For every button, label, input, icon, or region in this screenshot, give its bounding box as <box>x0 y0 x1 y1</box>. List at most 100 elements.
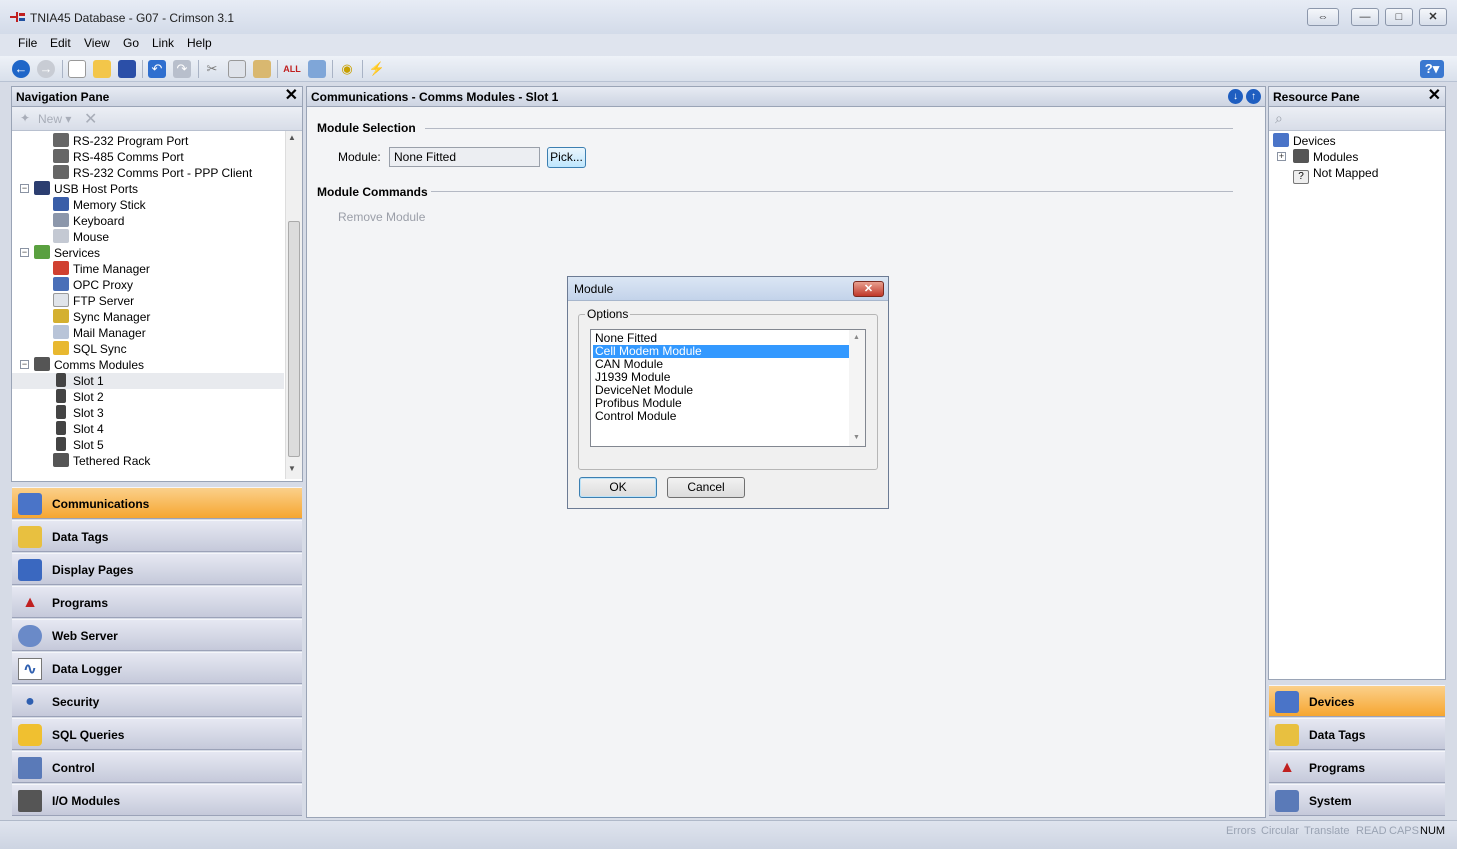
tree-item-slot-3[interactable]: Slot 3 <box>53 405 104 421</box>
question-icon: ? <box>1293 170 1309 184</box>
tree-item-rs485-comms-port[interactable]: RS-485 Comms Port <box>53 149 184 165</box>
options-listbox[interactable]: None Fitted Cell Modem Module CAN Module… <box>590 329 866 447</box>
undo-icon[interactable]: ↶ <box>148 60 166 78</box>
scroll-up-icon[interactable]: ▲ <box>853 334 860 341</box>
options-scrollbar[interactable]: ▲ ▼ <box>849 330 865 446</box>
select-all-icon[interactable]: ALL <box>283 60 301 78</box>
ok-button[interactable]: OK <box>579 477 657 498</box>
find-icon[interactable] <box>308 60 326 78</box>
slot-icon <box>56 373 66 387</box>
resource-category-data-tags[interactable]: Data Tags <box>1269 718 1445 750</box>
category-sql-queries[interactable]: SQL Queries <box>12 718 302 750</box>
paste-icon[interactable] <box>253 60 271 78</box>
build-icon[interactable]: ◉ <box>338 60 356 78</box>
tree-item-rs232-program-port[interactable]: RS-232 Program Port <box>53 133 188 149</box>
collapse-icon[interactable]: − <box>20 248 29 257</box>
resource-category-system[interactable]: System <box>1269 784 1445 816</box>
menu-go[interactable]: Go <box>123 36 139 50</box>
category-programs[interactable]: ▲ Programs <box>12 586 302 618</box>
status-read: READ <box>1356 825 1387 837</box>
pick-button[interactable]: Pick... <box>547 147 586 168</box>
restore-layout-button[interactable]: ⇔ <box>1307 8 1339 26</box>
category-data-tags[interactable]: Data Tags <box>12 520 302 552</box>
tree-item-time-manager[interactable]: Time Manager <box>53 261 150 277</box>
tree-item-slot-1[interactable]: Slot 1 <box>53 373 104 389</box>
tree-item-usb-host-ports[interactable]: USB Host Ports <box>34 181 138 197</box>
tree-item-label: SQL Sync <box>73 342 127 356</box>
delete-icon[interactable]: ✕ <box>84 109 97 129</box>
tree-item-slot-2[interactable]: Slot 2 <box>53 389 104 405</box>
close-icon[interactable]: ✕ <box>1428 87 1441 105</box>
tree-item-services[interactable]: Services <box>34 245 100 261</box>
tree-item-sync-manager[interactable]: Sync Manager <box>53 309 150 325</box>
menu-edit[interactable]: Edit <box>50 36 71 50</box>
next-arrow-icon[interactable]: ↓ <box>1228 89 1243 104</box>
resource-category-programs[interactable]: ▲ Programs <box>1269 751 1445 783</box>
resource-item-not-mapped[interactable]: ? Not Mapped <box>1293 165 1378 184</box>
scroll-down-icon[interactable]: ▼ <box>853 434 860 441</box>
close-window-button[interactable]: ✕ <box>1419 8 1447 26</box>
tree-item-ftp-server[interactable]: FTP Server <box>53 293 134 309</box>
scroll-down-icon[interactable]: ▼ <box>288 464 296 473</box>
save-icon[interactable] <box>118 60 136 78</box>
category-web-server[interactable]: Web Server <box>12 619 302 651</box>
resource-pane-title: Resource Pane <box>1273 90 1360 104</box>
tree-item-sql-sync[interactable]: SQL Sync <box>53 341 127 357</box>
tree-item-opc-proxy[interactable]: OPC Proxy <box>53 277 133 293</box>
search-icon[interactable]: ⌕ <box>1275 110 1283 127</box>
forward-icon[interactable]: → <box>37 60 55 78</box>
resource-item-modules[interactable]: Modules <box>1293 149 1358 165</box>
category-data-logger[interactable]: ∿ Data Logger <box>12 652 302 684</box>
back-icon[interactable]: ← <box>12 60 30 78</box>
resource-item-devices[interactable]: Devices <box>1273 133 1336 149</box>
link-send-icon[interactable]: ⚡ <box>368 60 386 78</box>
new-button[interactable]: New ▾ <box>38 112 71 126</box>
menu-file[interactable]: File <box>18 36 37 50</box>
dialog-close-button[interactable]: ✕ <box>853 281 884 297</box>
keyboard-icon <box>53 213 69 227</box>
maximize-button[interactable]: □ <box>1385 8 1413 26</box>
remove-module-button[interactable]: Remove Module <box>338 210 425 224</box>
tree-item-rs232-comms-port[interactable]: RS-232 Comms Port - PPP Client <box>53 165 252 181</box>
tree-item-mail-manager[interactable]: Mail Manager <box>53 325 146 341</box>
menu-link[interactable]: Link <box>152 36 174 50</box>
scroll-up-icon[interactable]: ▲ <box>288 133 296 142</box>
menu-view[interactable]: View <box>84 36 110 50</box>
module-field[interactable]: None Fitted <box>389 147 540 167</box>
option-item[interactable]: Control Module <box>593 410 849 423</box>
menu-help[interactable]: Help <box>187 36 212 50</box>
tree-item-memory-stick[interactable]: Memory Stick <box>53 197 146 213</box>
collapse-icon[interactable]: − <box>20 184 29 193</box>
rack-icon <box>53 453 69 467</box>
nav-tree-scrollbar[interactable]: ▲ ▼ <box>285 131 302 479</box>
minimize-button[interactable]: — <box>1351 8 1379 26</box>
tree-item-comms-modules[interactable]: Comms Modules <box>34 357 144 373</box>
category-communications[interactable]: Communications <box>12 487 302 519</box>
cut-icon[interactable]: ✂ <box>203 60 221 78</box>
redo-icon[interactable]: ↷ <box>173 60 191 78</box>
help-icon[interactable]: ?▾ <box>1420 60 1444 78</box>
cancel-button[interactable]: Cancel <box>667 477 745 498</box>
menu-bar <box>0 34 1457 56</box>
category-display-pages[interactable]: Display Pages <box>12 553 302 585</box>
tree-item-tethered-rack[interactable]: Tethered Rack <box>53 453 150 469</box>
tree-item-slot-5[interactable]: Slot 5 <box>53 437 104 453</box>
category-control[interactable]: Control <box>12 751 302 783</box>
category-io-modules[interactable]: I/O Modules <box>12 784 302 816</box>
close-icon[interactable]: ✕ <box>285 87 298 105</box>
mail-icon <box>53 325 69 339</box>
tree-item-keyboard[interactable]: Keyboard <box>53 213 124 229</box>
new-file-icon[interactable] <box>68 60 86 78</box>
scrollbar-thumb[interactable] <box>288 221 300 457</box>
status-num: NUM <box>1420 825 1446 837</box>
category-security[interactable]: ● Security <box>12 685 302 717</box>
tree-item-slot-4[interactable]: Slot 4 <box>53 421 104 437</box>
tree-item-mouse[interactable]: Mouse <box>53 229 109 245</box>
expand-icon[interactable]: + <box>1277 152 1286 161</box>
open-folder-icon[interactable] <box>93 60 111 78</box>
collapse-icon[interactable]: − <box>20 360 29 369</box>
modules-icon <box>34 357 50 371</box>
copy-icon[interactable] <box>228 60 246 78</box>
previous-arrow-icon[interactable]: ↑ <box>1246 89 1261 104</box>
resource-category-devices[interactable]: Devices <box>1269 685 1445 717</box>
